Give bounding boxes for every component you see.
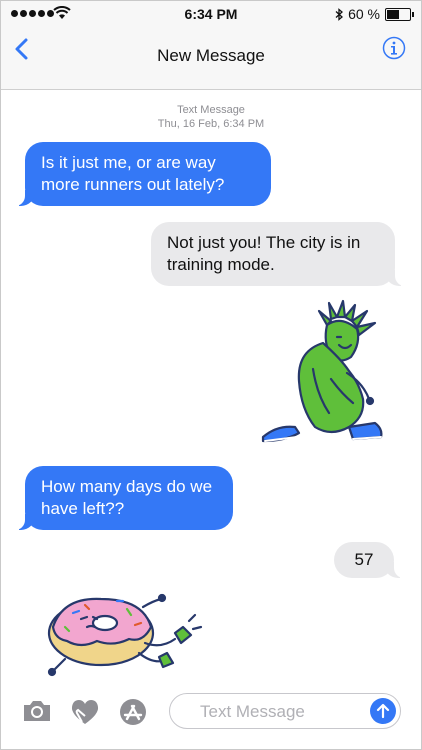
arrow-up-icon bbox=[376, 703, 390, 719]
message-input-container bbox=[169, 693, 401, 729]
battery-icon bbox=[385, 7, 414, 21]
timestamp-label: Text Message bbox=[177, 104, 245, 116]
app-store-icon[interactable] bbox=[117, 698, 149, 730]
send-button[interactable] bbox=[370, 698, 396, 724]
message-input[interactable] bbox=[198, 700, 362, 724]
navigation-bar: New Message bbox=[1, 27, 421, 90]
messages-screen: 6:34 PM 60 % New Message Text Message Th… bbox=[0, 0, 422, 750]
page-title: New Message bbox=[157, 46, 265, 65]
status-bar: 6:34 PM 60 % bbox=[1, 1, 421, 27]
timestamp-date: Thu, 16 Feb, 6:34 PM bbox=[157, 118, 265, 130]
message-bubble-sent[interactable]: Is it just me, or are way more runners o… bbox=[15, 142, 271, 206]
camera-icon[interactable] bbox=[21, 698, 53, 724]
running-donut-sticker[interactable] bbox=[43, 587, 213, 677]
info-icon[interactable] bbox=[382, 36, 406, 60]
message-bubble-received[interactable]: Not just you! The city is in training mo… bbox=[151, 222, 405, 286]
digital-touch-heart-icon[interactable] bbox=[69, 698, 101, 726]
battery-percent: 60 % bbox=[348, 6, 380, 22]
statue-of-liberty-runner-sticker[interactable] bbox=[257, 299, 387, 449]
message-bubble-received[interactable]: 57 bbox=[334, 542, 404, 578]
thread-timestamp: Text Message Thu, 16 Feb, 6:34 PM bbox=[1, 103, 421, 131]
message-bubble-sent[interactable]: How many days do we have left?? bbox=[15, 466, 233, 530]
bluetooth-icon bbox=[335, 7, 344, 21]
